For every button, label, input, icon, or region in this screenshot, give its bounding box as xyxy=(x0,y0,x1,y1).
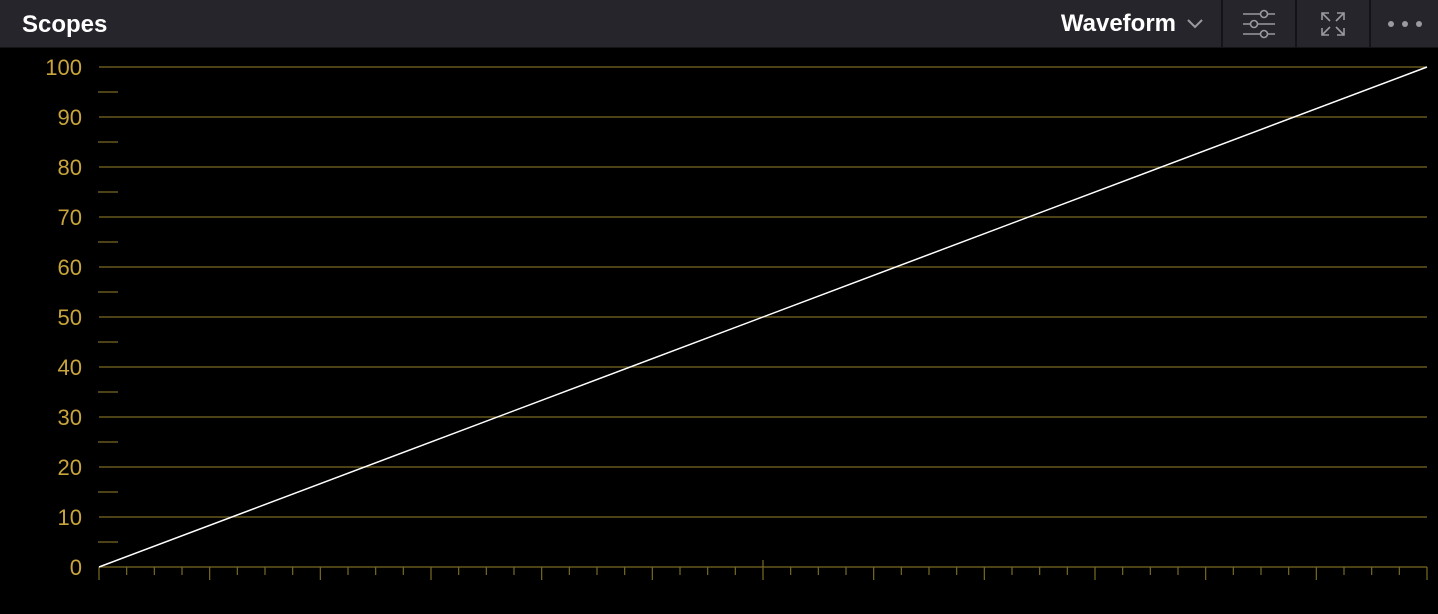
scopes-panel: Scopes Waveform 0 10 20 30 40 50 60 70 8… xyxy=(0,0,1438,614)
expand-icon xyxy=(1321,12,1345,36)
panel-title: Scopes xyxy=(22,11,108,38)
y-tick-label-40: 40 xyxy=(58,355,82,380)
y-tick-label-30: 30 xyxy=(58,405,82,430)
y-tick-label-20: 20 xyxy=(58,455,82,480)
scope-mode-label: Waveform xyxy=(1060,10,1176,37)
more-dots-icon xyxy=(1387,21,1422,27)
y-tick-label-50: 50 xyxy=(58,305,82,330)
chevron-down-icon xyxy=(1187,19,1203,29)
expand-scope-button[interactable] xyxy=(1295,0,1369,48)
scope-mode-dropdown[interactable]: Waveform xyxy=(1030,0,1220,48)
waveform-scope: 0 10 20 30 40 50 60 70 80 90 100 xyxy=(0,48,1438,614)
waveform-graticule: 0 10 20 30 40 50 60 70 80 90 100 xyxy=(45,55,1428,580)
y-tick-label-90: 90 xyxy=(58,105,82,130)
y-tick-label-100: 100 xyxy=(45,55,82,80)
y-tick-label-0: 0 xyxy=(70,555,82,580)
y-tick-label-60: 60 xyxy=(58,255,82,280)
panel-header: Scopes Waveform xyxy=(0,0,1438,48)
y-tick-label-70: 70 xyxy=(58,205,82,230)
y-tick-label-10: 10 xyxy=(58,505,82,530)
more-options-button[interactable] xyxy=(1369,0,1438,48)
y-tick-label-80: 80 xyxy=(58,155,82,180)
sliders-icon xyxy=(1243,9,1275,39)
scope-settings-button[interactable] xyxy=(1221,0,1295,48)
